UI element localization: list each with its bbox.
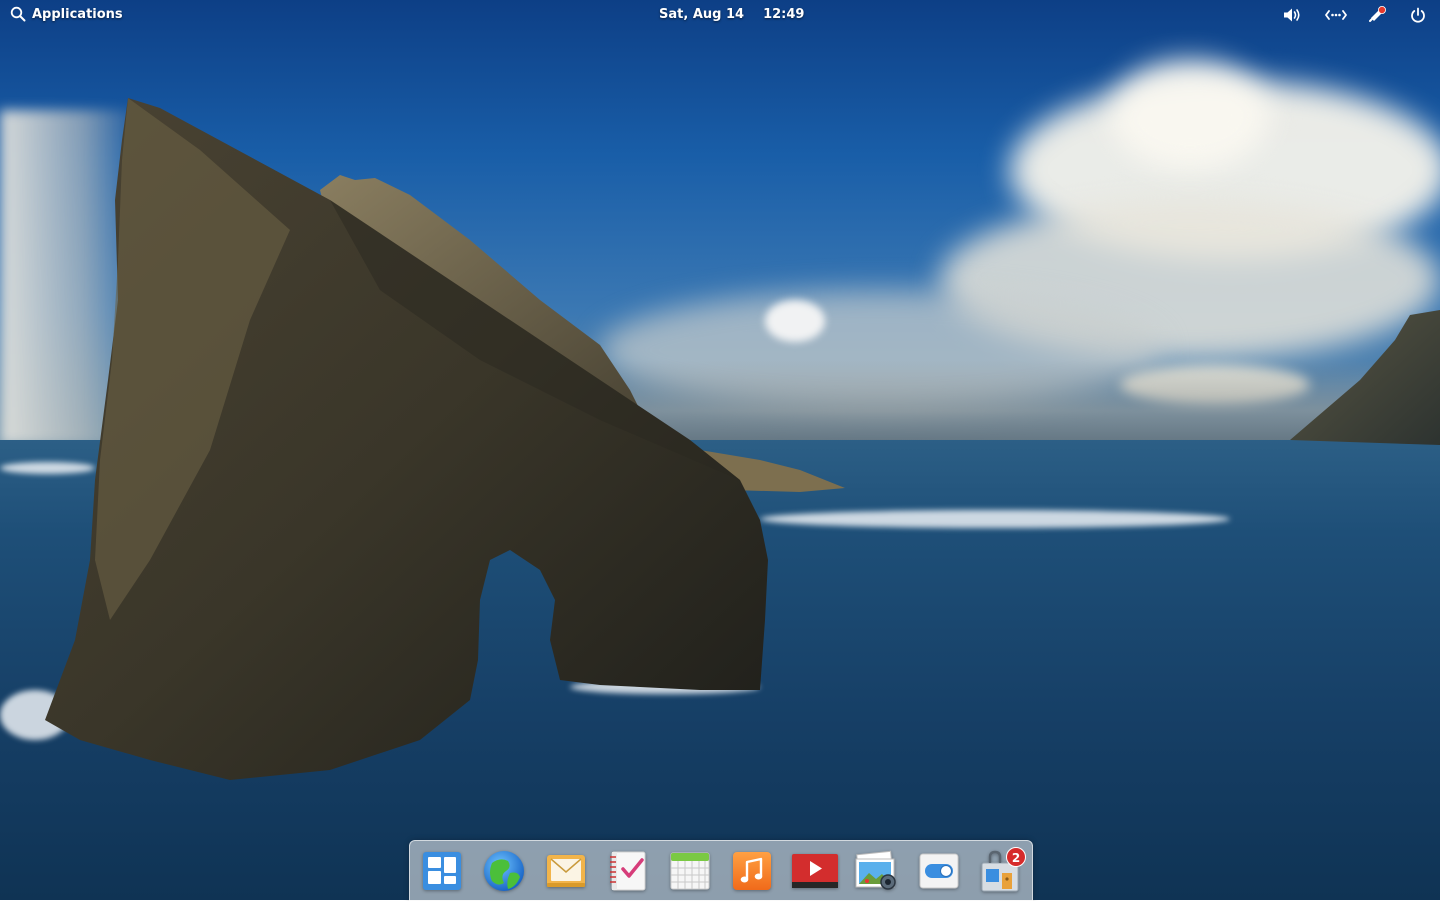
dock-item-appcenter[interactable]: 2 bbox=[978, 847, 1026, 893]
dock-item-system-settings[interactable] bbox=[917, 849, 961, 893]
dock-item-tasks[interactable] bbox=[606, 849, 650, 893]
applications-menu-button[interactable]: Applications bbox=[10, 6, 123, 22]
appcenter-updates-badge: 2 bbox=[1006, 847, 1026, 867]
search-icon bbox=[10, 6, 26, 22]
music-icon bbox=[733, 852, 771, 890]
time-label: 12:49 bbox=[763, 7, 805, 22]
date-time-indicator[interactable]: Sat, Aug 14 12:49 bbox=[659, 7, 804, 22]
globe-icon bbox=[484, 851, 524, 891]
dock-item-videos[interactable] bbox=[791, 849, 838, 893]
desktop-wallpaper bbox=[0, 0, 1440, 900]
settings-toggle-icon bbox=[919, 853, 959, 889]
multitasking-icon bbox=[423, 852, 461, 890]
dock-item-mail[interactable] bbox=[544, 849, 588, 893]
wallpaper-rocks bbox=[45, 98, 1440, 780]
tasks-icon bbox=[610, 851, 646, 891]
notifications-icon[interactable] bbox=[1366, 6, 1388, 24]
dock-item-music[interactable] bbox=[730, 849, 774, 893]
top-panel: Applications Sat, Aug 14 12:49 bbox=[0, 0, 1440, 30]
date-label: Sat, Aug 14 bbox=[659, 7, 745, 22]
mail-icon bbox=[547, 855, 585, 887]
power-icon[interactable] bbox=[1407, 6, 1429, 24]
volume-icon[interactable] bbox=[1281, 6, 1303, 24]
network-icon[interactable] bbox=[1325, 6, 1347, 24]
dock-item-multitasking-view[interactable] bbox=[420, 849, 464, 893]
dock-item-web-browser[interactable] bbox=[482, 849, 526, 893]
calendar-icon bbox=[670, 852, 710, 890]
photos-icon bbox=[855, 850, 896, 890]
dock: 2 bbox=[409, 840, 1033, 901]
video-icon bbox=[792, 854, 838, 888]
dock-item-photos[interactable] bbox=[854, 849, 898, 893]
applications-label: Applications bbox=[32, 6, 123, 22]
notification-unread-dot bbox=[1377, 6, 1386, 14]
dock-item-calendar[interactable] bbox=[668, 849, 712, 893]
